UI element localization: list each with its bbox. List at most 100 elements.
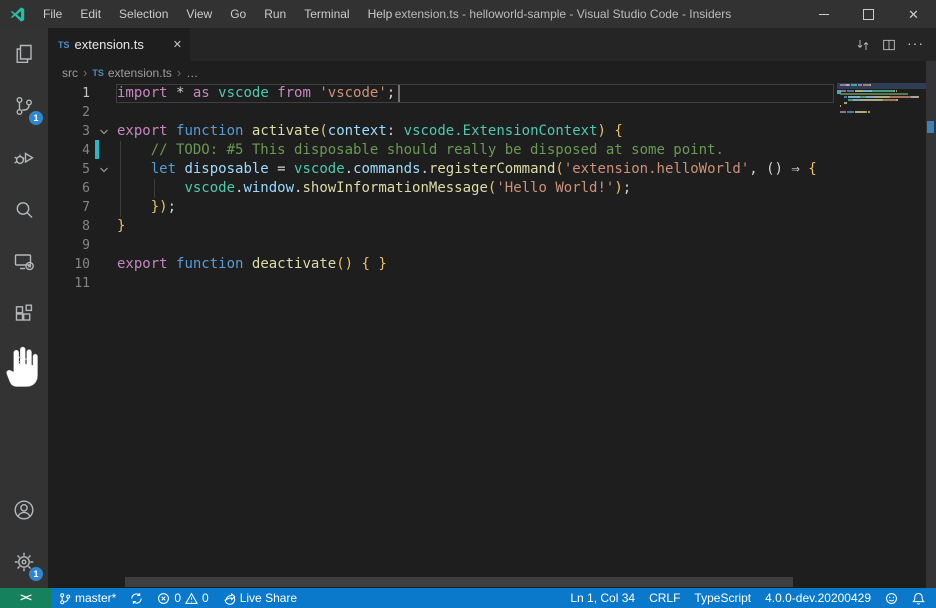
status-remote-indicator[interactable]: >< <box>0 588 51 608</box>
menu-file[interactable]: File <box>34 0 71 28</box>
status-text: 0 <box>202 591 209 605</box>
fold-gutter <box>90 217 117 236</box>
minimap-line <box>872 90 894 92</box>
indent-guide <box>154 179 155 198</box>
status-live-share-status[interactable]: Live Share <box>216 588 304 608</box>
line-number: 11 <box>48 274 90 293</box>
sync-icon <box>130 592 143 605</box>
breadcrumb-item-extensionts[interactable]: TSextension.ts <box>92 66 172 80</box>
line-number: 3 <box>48 122 90 141</box>
fold-chevron-icon[interactable] <box>90 122 117 141</box>
code-text <box>117 274 936 293</box>
minimap-line <box>855 111 865 113</box>
minimap-line <box>911 96 918 98</box>
fold-gutter <box>90 274 117 293</box>
code-line-2: 2 <box>48 103 936 122</box>
menu-view[interactable]: View <box>177 0 221 28</box>
menu-go[interactable]: Go <box>221 0 255 28</box>
code-line-5: 5 let disposable = vscode.commands.regis… <box>48 160 936 179</box>
code-text: export function deactivate() { } <box>117 255 936 274</box>
activity-item-accounts[interactable] <box>0 484 48 536</box>
activity-item-remote-explorer[interactable] <box>0 236 48 288</box>
activity-item-source-control[interactable]: 1 <box>0 80 48 132</box>
open-changes-icon[interactable] <box>855 37 871 53</box>
account-icon <box>12 498 36 522</box>
minimap-line <box>851 84 857 86</box>
tab-strip: TS extension.ts ✕ ··· <box>48 28 936 61</box>
line-number: 2 <box>48 103 90 122</box>
activity-item-explorer[interactable] <box>0 28 48 80</box>
minimap-line <box>897 99 898 101</box>
activity-item-live-share[interactable] <box>0 340 48 392</box>
activity-item-settings[interactable]: 1 <box>0 536 48 588</box>
breadcrumb-separator-icon: › <box>175 65 183 80</box>
minimap-line <box>847 90 855 92</box>
minimap-line <box>870 84 871 86</box>
close-icon: ✕ <box>908 8 919 21</box>
activity-bar-bottom: 1 <box>0 484 48 588</box>
breadcrumb-item-src[interactable]: src <box>62 66 78 80</box>
tab-close-icon[interactable]: ✕ <box>173 38 182 51</box>
minimap-line <box>918 96 919 98</box>
more-actions-icon[interactable]: ··· <box>907 36 924 54</box>
status-branch-status[interactable]: master* <box>51 588 123 608</box>
fold-gutter <box>90 236 117 255</box>
menu-edit[interactable]: Edit <box>71 0 110 28</box>
status-eol-indicator[interactable]: CRLF <box>642 588 687 608</box>
status-problems-status[interactable]: 00 <box>150 588 215 608</box>
line-number: 10 <box>48 255 90 274</box>
code-text <box>117 236 936 255</box>
minimap-line <box>840 105 841 107</box>
fold-chevron-icon[interactable] <box>90 160 117 179</box>
text-cursor <box>398 85 400 102</box>
minimize-button[interactable] <box>801 0 846 28</box>
line-number: 5 <box>48 160 90 179</box>
status-bar-left: ><master*00Live Share <box>0 588 304 608</box>
maximize-button[interactable] <box>846 0 891 28</box>
extensions-icon <box>12 302 36 326</box>
minimap-line <box>896 90 897 92</box>
status-text: TypeScript <box>694 591 751 605</box>
code-line-11: 11 <box>48 274 936 293</box>
remote-participant-cursor <box>95 140 99 159</box>
horizontal-scrollbar[interactable] <box>125 577 793 587</box>
code-text: // TODO: #5 This disposable should reall… <box>117 141 936 160</box>
menu-selection[interactable]: Selection <box>110 0 177 28</box>
fold-gutter <box>90 103 117 122</box>
minimap-line <box>840 111 846 113</box>
menu-run[interactable]: Run <box>255 0 295 28</box>
status-cursor-position[interactable]: Ln 1, Col 34 <box>563 588 642 608</box>
close-button[interactable]: ✕ <box>891 0 936 28</box>
code-text <box>117 103 936 122</box>
minimap-line <box>894 90 895 92</box>
debug-icon <box>12 146 36 170</box>
warning-icon <box>185 592 198 605</box>
status-feedback[interactable] <box>878 588 905 608</box>
status-text: CRLF <box>649 591 680 605</box>
fold-gutter <box>90 255 117 274</box>
status-text: 0 <box>174 591 181 605</box>
code-line-8: 8} <box>48 217 936 236</box>
code-text: let disposable = vscode.commands.registe… <box>117 160 936 179</box>
minimap-line <box>865 111 867 113</box>
minimap-line <box>847 111 855 113</box>
breadcrumb-item-more[interactable]: … <box>186 66 198 80</box>
status-language-mode[interactable]: TypeScript <box>687 588 758 608</box>
minimap-line <box>875 96 889 98</box>
tab-extension-ts[interactable]: TS extension.ts ✕ <box>48 28 190 61</box>
activity-item-run-debug[interactable] <box>0 132 48 184</box>
line-number: 6 <box>48 179 90 198</box>
bell-icon <box>912 592 925 605</box>
status-notifications[interactable] <box>905 588 932 608</box>
minimap[interactable] <box>837 84 926 588</box>
vscode-window: FileEditSelectionViewGoRunTerminalHelp e… <box>0 0 936 608</box>
activity-item-search[interactable] <box>0 184 48 236</box>
minimap-line <box>864 90 871 92</box>
activity-item-extensions[interactable] <box>0 288 48 340</box>
fold-gutter <box>90 198 117 217</box>
status-sync-status[interactable] <box>123 588 150 608</box>
share-icon <box>223 592 236 605</box>
code-editor[interactable]: 1import * as vscode from 'vscode';23expo… <box>48 84 936 588</box>
vertical-scrollbar[interactable] <box>926 61 936 588</box>
split-editor-icon[interactable] <box>881 37 897 53</box>
